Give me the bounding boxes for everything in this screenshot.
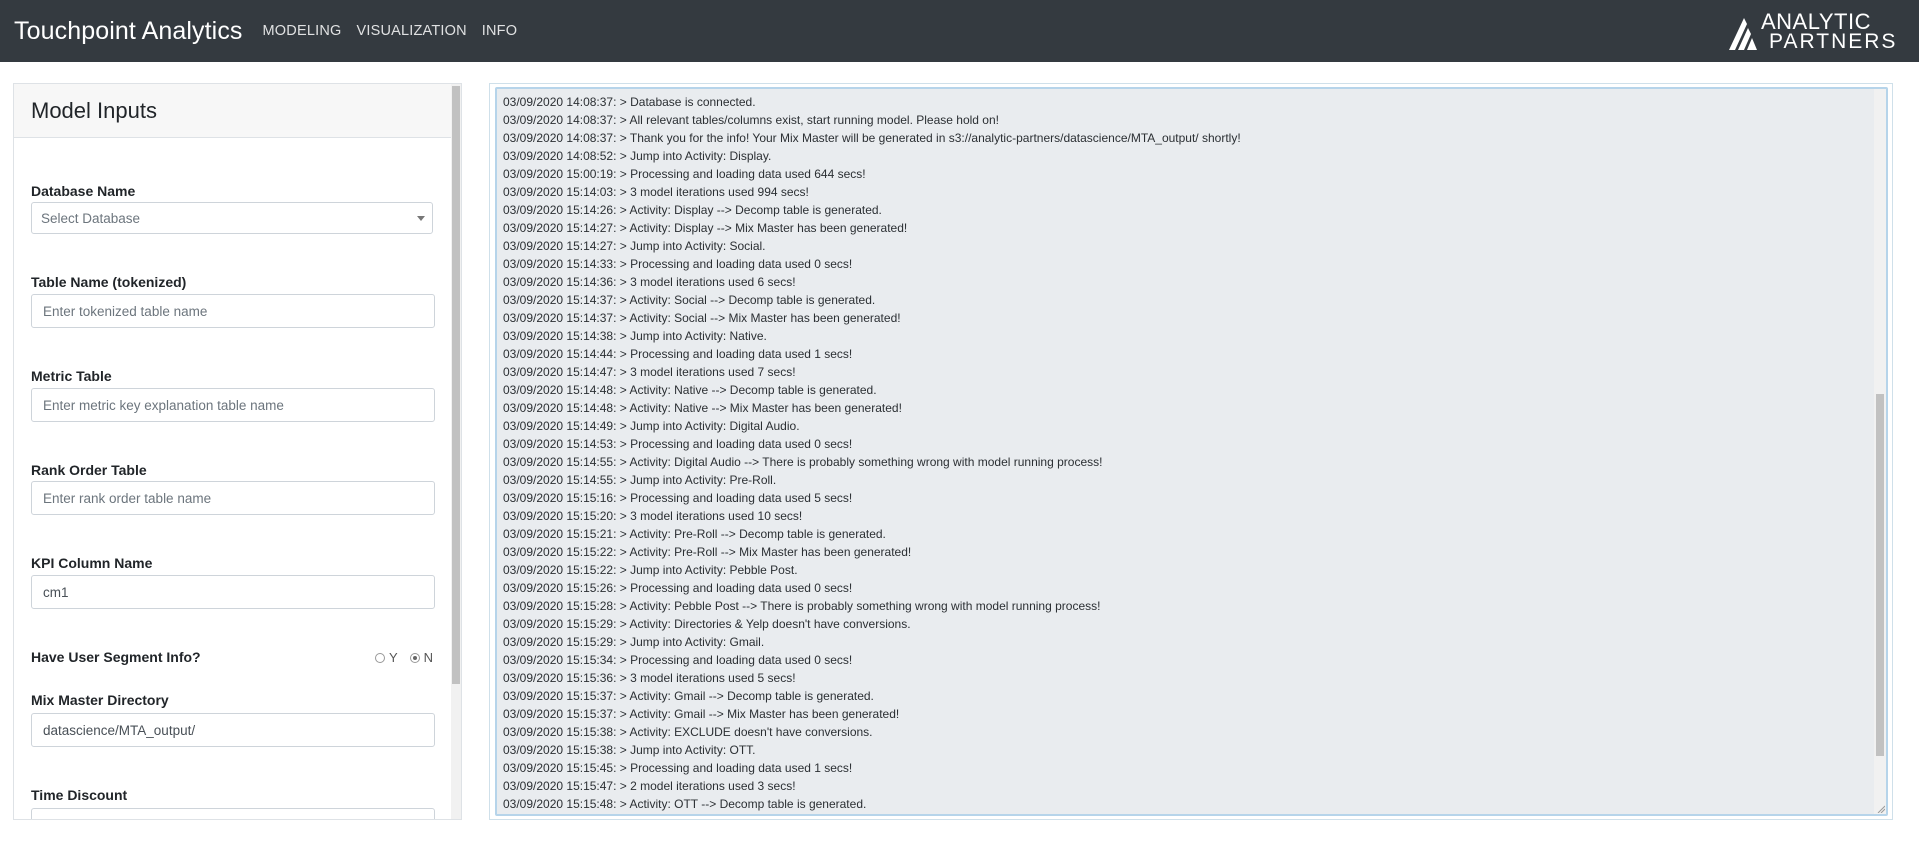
log-line: 03/09/2020 15:14:49: > Jump into Activit… <box>503 419 800 433</box>
log-line: 03/09/2020 15:15:21: > Activity: Pre-Rol… <box>503 527 886 541</box>
logo-text-analytic: ANALYTIC <box>1761 9 1871 34</box>
mix-master-input[interactable]: datascience/MTA_output/ <box>31 713 435 747</box>
segment-radio-n-label: N <box>423 650 434 665</box>
app-brand[interactable]: Touchpoint Analytics <box>14 17 243 46</box>
log-line: 03/09/2020 15:14:55: > Jump into Activit… <box>503 473 777 487</box>
log-line: 03/09/2020 15:14:53: > Processing and lo… <box>503 437 853 451</box>
nav-link-visualization[interactable]: VISUALIZATION <box>356 23 466 39</box>
log-line: 03/09/2020 15:14:33: > Processing and lo… <box>503 257 853 271</box>
nav-link-modeling[interactable]: MODELING <box>263 23 342 39</box>
logo-mark-icon <box>1729 18 1757 50</box>
resize-grip-icon[interactable] <box>1877 805 1885 813</box>
log-line: 03/09/2020 15:15:22: > Jump into Activit… <box>503 563 798 577</box>
model-inputs-panel: Model Inputs Database Name Select Databa… <box>13 83 462 820</box>
log-line: 03/09/2020 15:14:47: > 3 model iteration… <box>503 365 796 379</box>
time-discount-input[interactable] <box>31 808 435 819</box>
log-line: 03/09/2020 15:15:26: > Processing and lo… <box>503 581 853 595</box>
log-line: 03/09/2020 15:14:27: > Activity: Display… <box>503 221 908 235</box>
model-inputs-form: Database Name Select Database Table Name… <box>14 139 451 819</box>
mix-master-label: Mix Master Directory <box>31 692 169 708</box>
rank-order-label: Rank Order Table <box>31 462 147 478</box>
chevron-down-icon <box>417 216 425 221</box>
log-panel: 03/09/2020 14:08:37: > Database is conne… <box>489 83 1893 820</box>
log-line: 03/09/2020 15:15:38: > Activity: EXCLUDE… <box>503 725 873 739</box>
segment-radio-n[interactable] <box>409 652 420 663</box>
log-line: 03/09/2020 15:15:48: > Activity: OTT -->… <box>503 797 867 811</box>
log-line: 03/09/2020 15:15:37: > Activity: Gmail -… <box>503 689 874 703</box>
log-line: 03/09/2020 15:00:19: > Processing and lo… <box>503 167 866 181</box>
logo-text-partners: PARTNERS <box>1769 30 1898 53</box>
log-line: 03/09/2020 15:15:47: > 2 model iteration… <box>503 779 796 793</box>
rank-order-input[interactable]: Enter rank order table name <box>31 481 435 515</box>
database-select[interactable]: Select Database <box>31 202 433 234</box>
kpi-column-label: KPI Column Name <box>31 555 153 571</box>
kpi-column-input[interactable]: cm1 <box>31 575 435 609</box>
database-select-placeholder: Select Database <box>41 210 141 226</box>
log-line: 03/09/2020 15:15:34: > Processing and lo… <box>503 653 853 667</box>
log-lines: 03/09/2020 14:08:37: > Database is conne… <box>503 93 1863 813</box>
model-inputs-header: Model Inputs <box>14 84 461 138</box>
log-scrollbar[interactable] <box>1874 89 1886 814</box>
log-line: 03/09/2020 15:14:26: > Activity: Display… <box>503 203 882 217</box>
nav-link-info[interactable]: INFO <box>482 23 517 39</box>
metric-table-input[interactable]: Enter metric key explanation table name <box>31 388 435 422</box>
log-line: 03/09/2020 15:15:20: > 3 model iteration… <box>503 509 803 523</box>
table-name-input[interactable]: Enter tokenized table name <box>31 294 435 328</box>
log-line: 03/09/2020 15:15:22: > Activity: Pre-Rol… <box>503 545 912 559</box>
log-line: 03/09/2020 15:14:55: > Activity: Digital… <box>503 455 1103 469</box>
database-name-label: Database Name <box>31 183 136 199</box>
log-line: 03/09/2020 15:15:28: > Activity: Pebble … <box>503 599 1101 613</box>
segment-radio-y[interactable] <box>375 652 385 663</box>
left-scrollbar-thumb[interactable] <box>452 86 460 684</box>
log-line: 03/09/2020 15:15:38: > Jump into Activit… <box>503 743 756 757</box>
log-line: 03/09/2020 15:14:44: > Processing and lo… <box>503 347 853 361</box>
log-line: 03/09/2020 14:08:37: > Database is conne… <box>503 95 756 109</box>
log-line: 03/09/2020 15:14:38: > Jump into Activit… <box>503 329 767 343</box>
log-line: 03/09/2020 15:14:48: > Activity: Native … <box>503 383 877 397</box>
analytic-partners-logo: ANALYTIC PARTNERS <box>1727 9 1907 53</box>
log-textarea[interactable]: 03/09/2020 14:08:37: > Database is conne… <box>495 87 1888 816</box>
table-name-label: Table Name (tokenized) <box>31 274 187 290</box>
log-line: 03/09/2020 14:08:52: > Jump into Activit… <box>503 149 772 163</box>
log-line: 03/09/2020 15:15:29: > Jump into Activit… <box>503 635 765 649</box>
log-line: 03/09/2020 15:15:16: > Processing and lo… <box>503 491 853 505</box>
log-line: 03/09/2020 15:15:36: > 3 model iteration… <box>503 671 796 685</box>
segment-radio-y-label: Y <box>389 650 398 665</box>
left-scrollbar[interactable] <box>451 84 461 819</box>
log-line: 03/09/2020 15:15:37: > Activity: Gmail -… <box>503 707 900 721</box>
model-inputs-title: Model Inputs <box>31 97 157 123</box>
log-line: 03/09/2020 15:14:37: > Activity: Social … <box>503 293 876 307</box>
log-line: 03/09/2020 14:08:37: > All relevant tabl… <box>503 113 999 127</box>
log-line: 03/09/2020 14:08:37: > Thank you for the… <box>503 131 1241 145</box>
user-segment-label: Have User Segment Info? <box>31 649 201 665</box>
log-scrollbar-thumb[interactable] <box>1876 394 1884 756</box>
log-line: 03/09/2020 15:14:36: > 3 model iteration… <box>503 275 796 289</box>
user-segment-radio-group: Y N <box>375 650 445 665</box>
time-discount-label: Time Discount <box>31 787 128 803</box>
top-navbar: Touchpoint Analytics MODELING VISUALIZAT… <box>0 0 1919 62</box>
log-line: 03/09/2020 15:14:03: > 3 model iteration… <box>503 185 809 199</box>
log-line: 03/09/2020 15:15:45: > Processing and lo… <box>503 761 853 775</box>
log-line: 03/09/2020 15:14:48: > Activity: Native … <box>503 401 902 415</box>
log-line: 03/09/2020 15:14:37: > Activity: Social … <box>503 311 901 325</box>
metric-table-label: Metric Table <box>31 368 112 384</box>
log-line: 03/09/2020 15:14:27: > Jump into Activit… <box>503 239 766 253</box>
log-line: 03/09/2020 15:15:29: > Activity: Directo… <box>503 617 911 631</box>
